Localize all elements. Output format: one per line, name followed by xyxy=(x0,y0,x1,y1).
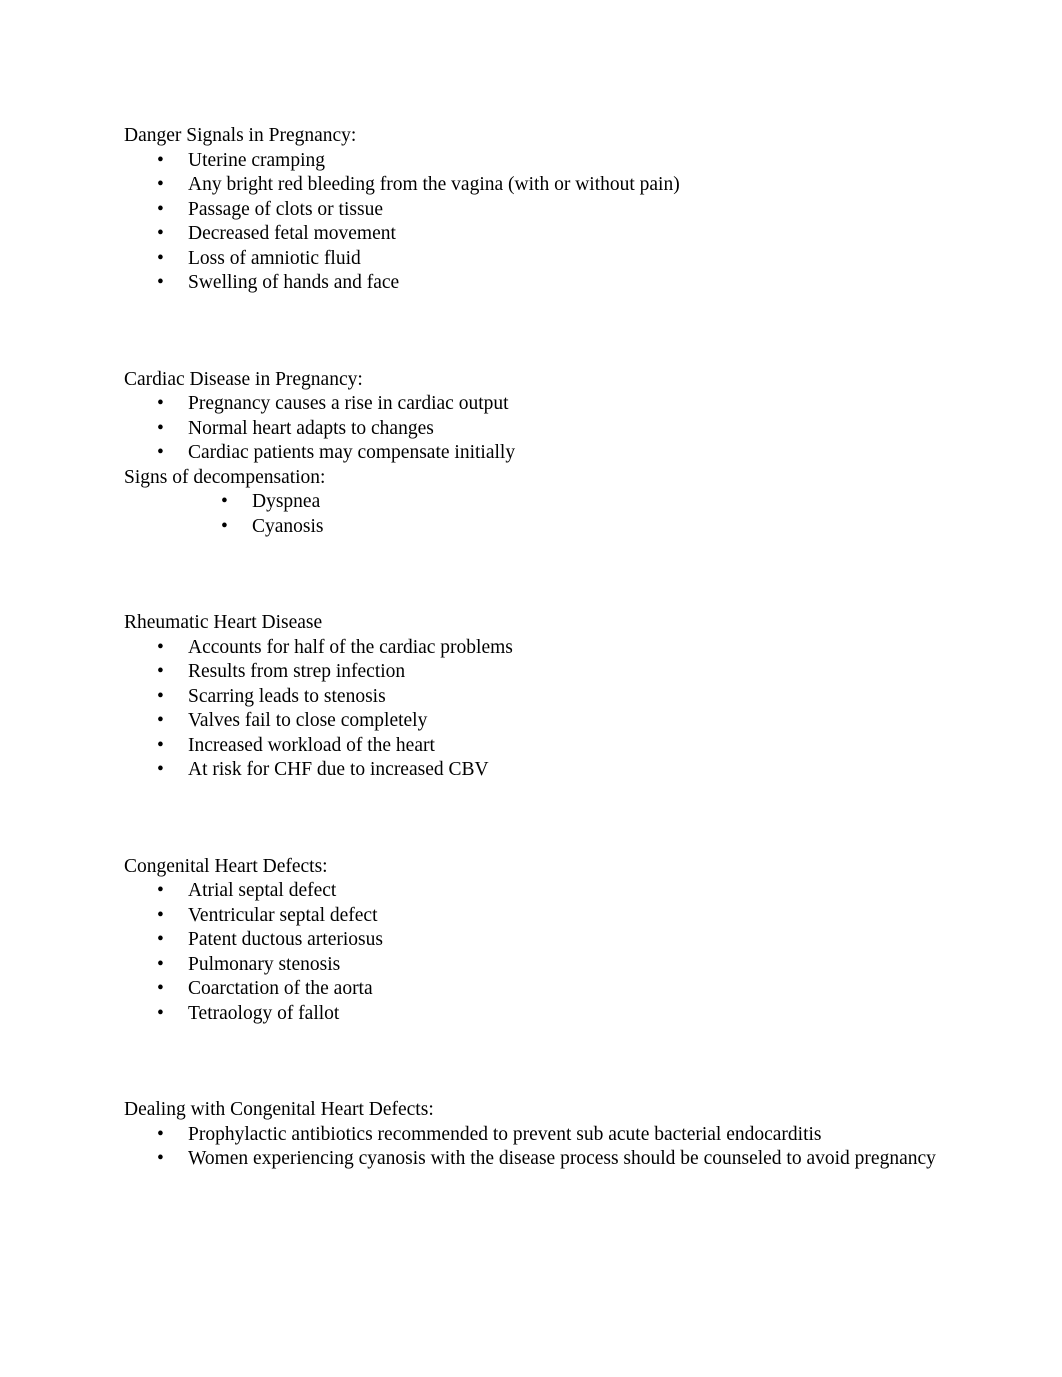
section-heading: Danger Signals in Pregnancy: xyxy=(124,125,357,146)
list-item: • Accounts for half of the cardiac proble… xyxy=(124,636,962,661)
list-item-text: Loss of amniotic fluid xyxy=(188,247,361,269)
bullet-list: • Accounts for half of the cardiac proble… xyxy=(124,636,962,783)
list-item-text: Tetraology of fallot xyxy=(188,1002,340,1024)
bullet-list: • Uterine cramping • Any bright red bleedin… xyxy=(124,149,962,296)
list-item-text: Any bright red bleeding from the vagina … xyxy=(188,174,680,195)
list-item-text: Valves fail to close completely xyxy=(188,710,428,731)
list-item-text: Ventricular septal defect xyxy=(188,904,378,926)
list-item: • Any bright red bleeding from the vagina… xyxy=(124,173,962,198)
list-item-text: Cardiac patients may compensate initiall… xyxy=(188,442,516,463)
bullet-icon: • xyxy=(157,978,164,999)
bullet-icon: • xyxy=(221,491,228,512)
list-item-text: Coarctation of the aorta xyxy=(188,978,373,999)
bullet-list: • Atrial septal defect • Ventricular septal… xyxy=(124,879,962,1026)
bullet-icon: • xyxy=(157,880,164,901)
list-item: • Women experiencing cyanosis with the di… xyxy=(124,1147,962,1172)
list-item: • Cyanosis xyxy=(124,515,962,540)
list-item: • Dyspnea xyxy=(124,490,962,515)
list-item: • Loss of amniotic fluid xyxy=(124,247,962,272)
list-item-text: Normal heart adapts to changes xyxy=(188,417,434,439)
section-heading: Dealing with Congenital Heart Defects: xyxy=(124,1099,434,1120)
list-item: • Valves fail to close completely xyxy=(124,709,962,734)
bullet-list: • Prophylactic antibiotics recommended to… xyxy=(124,1123,962,1172)
list-item-text: Increased workload of the heart xyxy=(188,734,435,756)
list-item: • Cardiac patients may compensate initial… xyxy=(124,441,962,466)
bullet-icon: • xyxy=(221,515,228,537)
bullet-icon: • xyxy=(157,710,164,731)
bullet-icon: • xyxy=(157,636,164,658)
list-item: • At risk for CHF due to increased CBV xyxy=(124,758,962,783)
list-item-text: Accounts for half of the cardiac problem… xyxy=(188,636,513,658)
list-item-text: Scarring leads to stenosis xyxy=(188,685,386,707)
bullet-icon: • xyxy=(157,1002,164,1024)
bullet-icon: • xyxy=(157,223,164,244)
document-section: Danger Signals in Pregnancy: • Uterine cra… xyxy=(124,124,962,296)
list-item-text: Uterine cramping xyxy=(188,149,325,171)
list-item: • Normal heart adapts to changes xyxy=(124,417,962,442)
bullet-icon: • xyxy=(157,417,164,439)
bullet-icon: • xyxy=(157,247,164,269)
bullet-icon: • xyxy=(157,685,164,707)
list-item-text: Dyspnea xyxy=(252,491,321,512)
list-item: • Passage of clots or tissue xyxy=(124,198,962,223)
list-item: • Coarctation of the aorta xyxy=(124,977,962,1002)
document-body: Danger Signals in Pregnancy: • Uterine cra… xyxy=(124,124,962,1172)
bullet-icon: • xyxy=(157,759,164,780)
list-item-text: At risk for CHF due to increased CBV xyxy=(188,759,489,780)
list-item: • Scarring leads to stenosis xyxy=(124,685,962,710)
list-item-text: Passage of clots or tissue xyxy=(188,198,383,220)
list-item-text: Women experiencing cyanosis with the dis… xyxy=(188,1148,936,1169)
section-heading: Cardiac Disease in Pregnancy: xyxy=(124,368,363,390)
list-item: • Swelling of hands and face xyxy=(124,271,962,296)
list-item-text: Decreased fetal movement xyxy=(188,223,396,244)
bullet-icon: • xyxy=(157,1123,164,1145)
list-item: • Increased workload of the heart xyxy=(124,734,962,759)
bullet-icon: • xyxy=(157,929,164,950)
bullet-icon: • xyxy=(157,393,164,414)
list-item-text: Prophylactic antibiotics recommended to … xyxy=(188,1123,822,1145)
bullet-icon: • xyxy=(157,198,164,220)
document-section: Congenital Heart Defects: • Atrial septal … xyxy=(124,855,962,1027)
bullet-icon: • xyxy=(157,953,164,975)
list-item: • Ventricular septal defect xyxy=(124,904,962,929)
list-item: • Patent ductous arteriosus xyxy=(124,928,962,953)
section-heading: Rheumatic Heart Disease xyxy=(124,612,323,633)
document-section: Cardiac Disease in Pregnancy: • Pregnancy … xyxy=(124,368,962,540)
bullet-icon: • xyxy=(157,661,164,682)
bullet-icon: • xyxy=(157,149,164,171)
list-item: • Decreased fetal movement xyxy=(124,222,962,247)
bullet-list-nested: • Dyspnea • Cyanosis xyxy=(124,490,962,539)
list-item-text: Swelling of hands and face xyxy=(188,272,400,293)
list-item-text: Atrial septal defect xyxy=(188,880,337,901)
bullet-icon: • xyxy=(157,1148,164,1169)
list-item-text: Patent ductous arteriosus xyxy=(188,929,383,950)
bullet-icon: • xyxy=(157,734,164,756)
bullet-icon: • xyxy=(157,174,164,195)
list-item: • Atrial septal defect xyxy=(124,879,962,904)
list-item: • Uterine cramping xyxy=(124,149,962,174)
bullet-icon: • xyxy=(157,904,164,926)
bullet-list: • Pregnancy causes a rise in cardiac outp… xyxy=(124,392,962,466)
document-section: Dealing with Congenital Heart Defects: • P… xyxy=(124,1098,962,1172)
list-item: • Tetraology of fallot xyxy=(124,1002,962,1027)
document-section: Rheumatic Heart Disease • Accounts for hal… xyxy=(124,611,962,783)
list-item-text: Pulmonary stenosis xyxy=(188,953,341,975)
bullet-icon: • xyxy=(157,272,164,293)
list-item: • Prophylactic antibiotics recommended to… xyxy=(124,1123,962,1148)
list-item-text: Pregnancy causes a rise in cardiac outpu… xyxy=(188,393,509,414)
list-item-text: Cyanosis xyxy=(252,515,324,537)
bullet-icon: • xyxy=(157,442,164,463)
section-heading: Congenital Heart Defects: xyxy=(124,855,328,877)
list-item: • Pregnancy causes a rise in cardiac outp… xyxy=(124,392,962,417)
list-item-text: Results from strep infection xyxy=(188,661,406,682)
list-item: • Results from strep infection xyxy=(124,660,962,685)
list-item: • Pulmonary stenosis xyxy=(124,953,962,978)
sub-heading: Signs of decompensation: xyxy=(124,466,326,488)
document-page: Danger Signals in Pregnancy: • Uterine cra… xyxy=(0,0,1062,1377)
